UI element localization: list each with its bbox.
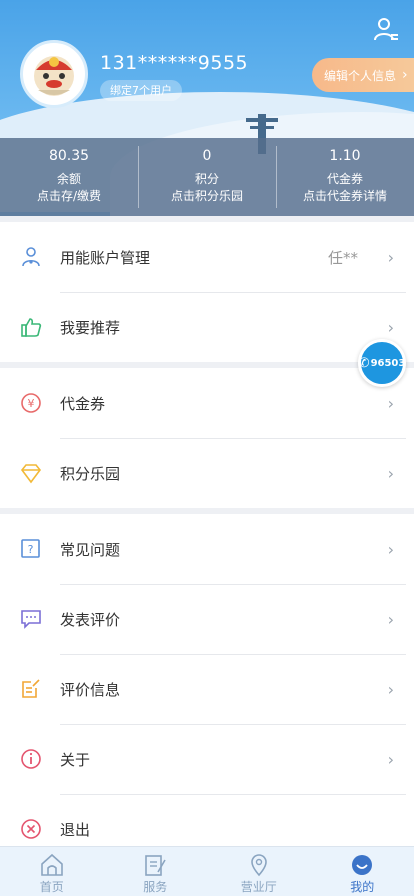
points-label: 积分	[194, 172, 219, 186]
voucher-stat[interactable]: 1.10 代金券 点击代金券详情	[276, 138, 414, 216]
menu-item-label: 我要推荐	[60, 318, 121, 337]
edit-profile-label: 编辑个人信息	[324, 68, 397, 83]
hotline-call-button[interactable]: ✆ 96503	[358, 339, 406, 387]
menu-group-rewards: ¥ 代金券 › 积分乐园 ›	[0, 368, 414, 508]
edit-profile-button[interactable]: 编辑个人信息 ›	[312, 58, 414, 92]
menu-item-post-review[interactable]: 发表评价 ›	[0, 584, 414, 654]
menu-item-label: 用能账户管理	[60, 248, 151, 267]
balance-label: 余额	[56, 172, 81, 186]
balance-stat[interactable]: 80.35 余额 点击存/缴费	[0, 138, 138, 216]
menu-item-label: 退出	[60, 820, 91, 839]
close-circle-icon	[21, 819, 41, 839]
menu-item-label: 积分乐园	[60, 464, 121, 483]
avatar[interactable]	[20, 40, 88, 108]
power-pole-decoration	[246, 118, 278, 122]
menu-item-faq[interactable]: ? 常见问题 ›	[0, 514, 414, 584]
power-pole-decoration	[250, 126, 274, 129]
voucher-action: 点击代金券详情	[302, 189, 387, 203]
smile-face-icon	[352, 855, 373, 875]
points-stat[interactable]: 0 积分 点击积分乐园	[138, 138, 276, 216]
menu-item-label: 常见问题	[60, 540, 121, 559]
menu-item-points-park[interactable]: 积分乐园 ›	[0, 438, 414, 508]
chevron-right-icon: ›	[387, 247, 394, 267]
user-account-icon	[22, 247, 40, 267]
voucher-value: 1.10	[329, 148, 361, 164]
yuan-coin-icon: ¥	[21, 393, 41, 413]
menu-item-recommend[interactable]: 我要推荐 ›	[0, 292, 414, 362]
svg-text:¥: ¥	[28, 397, 35, 410]
tab-service-hall[interactable]: 营业厅	[207, 847, 311, 896]
clipboard-icon	[145, 855, 166, 876]
menu-item-review-info[interactable]: 评价信息 ›	[0, 654, 414, 724]
phone-icon: ✆	[358, 355, 370, 371]
chevron-right-icon: ›	[387, 749, 394, 769]
bottom-tab-bar: 首页 服务 营业厅 我的	[0, 846, 414, 896]
chevron-right-icon: ›	[387, 463, 394, 483]
tab-label: 我的	[350, 880, 375, 894]
points-value: 0	[202, 148, 212, 164]
tab-service[interactable]: 服务	[104, 847, 208, 896]
profile-header: 131******9555 绑定7个用户 编辑个人信息 › 80.35 余额 点…	[0, 0, 414, 216]
chevron-right-icon: ›	[387, 317, 394, 337]
tab-label: 首页	[39, 880, 64, 894]
account-stats: 80.35 余额 点击存/缴费 0 积分 点击积分乐园 1.10 代金券 点击代…	[0, 138, 414, 216]
chevron-right-icon: ›	[387, 609, 394, 629]
menu-item-voucher[interactable]: ¥ 代金券 ›	[0, 368, 414, 438]
edit-note-icon	[22, 679, 40, 698]
lion-mascot-icon	[34, 56, 74, 96]
chat-bubble-icon	[21, 610, 41, 629]
menu-item-energy-account[interactable]: 用能账户管理 任** ›	[0, 222, 414, 292]
balance-action: 点击存/缴费	[36, 189, 102, 203]
phone-number: 131******9555	[100, 52, 249, 74]
svg-text:?: ?	[28, 543, 34, 556]
menu-group-account: 用能账户管理 任** › 我要推荐 ›	[0, 222, 414, 362]
tab-mine[interactable]: 我的	[311, 847, 414, 896]
chevron-right-icon: ›	[402, 67, 408, 83]
menu-item-label: 评价信息	[60, 680, 121, 699]
menu-item-about[interactable]: 关于 ›	[0, 724, 414, 794]
home-icon	[40, 853, 63, 876]
balance-value: 80.35	[48, 148, 90, 164]
menu-group-support: ? 常见问题 › 发表评价 › 评价信息 › 关于 › 退出	[0, 514, 414, 850]
user-settings-icon[interactable]	[372, 16, 400, 44]
chevron-right-icon: ›	[387, 539, 394, 559]
tab-home[interactable]: 首页	[0, 847, 104, 896]
hotline-number: 96503	[370, 357, 406, 369]
bind-users-badge[interactable]: 绑定7个用户	[100, 80, 182, 101]
question-icon: ?	[21, 539, 40, 558]
menu-item-label: 关于	[60, 750, 91, 769]
tab-label: 服务	[143, 880, 168, 894]
chevron-right-icon: ›	[387, 393, 394, 413]
menu-item-label: 发表评价	[60, 610, 121, 629]
account-holder-name: 任**	[327, 248, 358, 267]
location-pin-icon	[250, 854, 267, 877]
info-icon	[21, 749, 41, 769]
thumbs-up-icon	[21, 318, 42, 337]
voucher-label: 代金券	[326, 172, 363, 186]
points-action: 点击积分乐园	[170, 189, 243, 203]
tab-label: 营业厅	[240, 880, 277, 894]
chevron-right-icon: ›	[387, 679, 394, 699]
diamond-icon	[20, 464, 42, 484]
menu-item-label: 代金券	[60, 394, 106, 413]
